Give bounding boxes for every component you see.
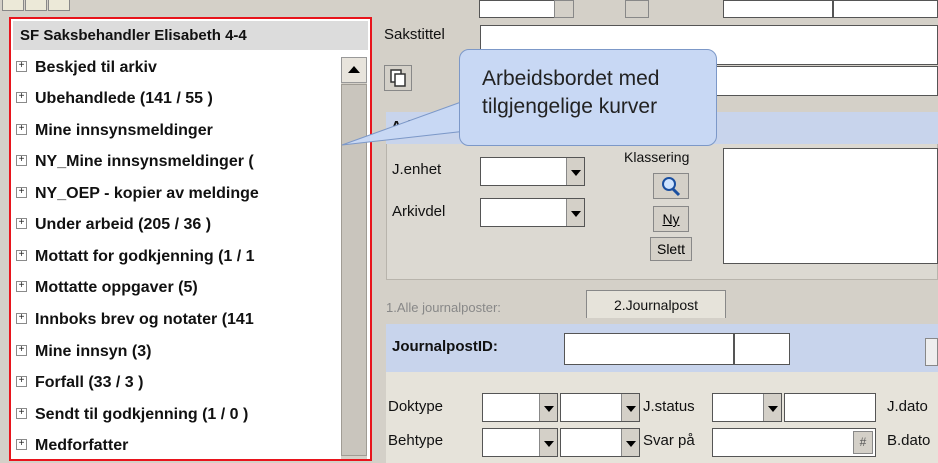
tree-item-label: Innboks brev og notater (141 bbox=[35, 311, 254, 328]
doktype-select-2[interactable] bbox=[560, 393, 640, 422]
tree-item[interactable]: + Mottatt for godkjenning (1 / 1 bbox=[16, 246, 255, 268]
tree-header: SF Saksbehandler Elisabeth 4-4 bbox=[13, 21, 368, 50]
tree-item[interactable]: + NY_OEP - kopier av meldinge bbox=[16, 183, 259, 205]
jenhet-label: J.enhet bbox=[392, 161, 442, 178]
tree-item-label: Sendt til godkjenning (1 / 0 ) bbox=[35, 406, 249, 423]
scroll-up-arrow-icon[interactable] bbox=[341, 57, 367, 83]
search-button[interactable] bbox=[653, 173, 689, 199]
chevron-down-icon[interactable] bbox=[763, 394, 781, 421]
tree-item[interactable]: + Under arbeid (205 / 36 ) bbox=[16, 214, 211, 236]
expand-icon[interactable]: + bbox=[16, 217, 27, 229]
behtype-select-2[interactable] bbox=[560, 428, 640, 457]
bdato-label: B.dato bbox=[887, 432, 931, 449]
tree-item[interactable]: + Mine innsynsmeldinger bbox=[16, 120, 213, 142]
expand-icon[interactable]: + bbox=[16, 186, 27, 198]
tree-item-label: Mottatt for godkjenning (1 / 1 bbox=[35, 248, 255, 265]
tab-journalpost[interactable]: 2.Journalpost bbox=[586, 290, 726, 319]
tree-item-label: Medforfatter bbox=[35, 437, 129, 454]
behtype-select[interactable] bbox=[482, 428, 558, 457]
svarpa-input[interactable] bbox=[712, 428, 876, 457]
slett-button[interactable]: Slett bbox=[650, 237, 692, 261]
tree-item[interactable]: + Mottatte oppgaver (5) bbox=[16, 277, 198, 299]
chevron-down-icon[interactable] bbox=[539, 394, 557, 421]
toolbar-button[interactable] bbox=[48, 0, 70, 11]
expand-icon[interactable]: + bbox=[16, 280, 27, 292]
tree-item[interactable]: + Mine innsyn (3) bbox=[16, 341, 151, 363]
callout-bubble: Arbeidsbordet med tilgjengelige kurver bbox=[459, 49, 717, 146]
top-field[interactable] bbox=[833, 0, 938, 18]
journalpost-side-button[interactable] bbox=[925, 338, 938, 366]
expand-icon[interactable]: + bbox=[16, 249, 27, 261]
klassering-list[interactable] bbox=[723, 148, 938, 264]
copy-icon bbox=[390, 69, 406, 87]
tree-item[interactable]: + Forfall (33 / 3 ) bbox=[16, 372, 143, 394]
tree-item-label: Beskjed til arkiv bbox=[35, 59, 157, 76]
sakstittel-label: Sakstittel bbox=[384, 26, 445, 43]
tree-item[interactable]: + Beskjed til arkiv bbox=[16, 57, 157, 79]
search-icon bbox=[662, 177, 681, 197]
jstatus-input[interactable] bbox=[784, 393, 876, 422]
expand-icon[interactable]: + bbox=[16, 60, 27, 72]
toolbar-button[interactable] bbox=[2, 0, 24, 11]
tree-item[interactable]: + Innboks brev og notater (141 bbox=[16, 309, 254, 331]
tree-item-label: Under arbeid (205 / 36 ) bbox=[35, 216, 212, 233]
jdato-label: J.dato bbox=[887, 398, 928, 415]
tree-item-label: Ubehandlede (141 / 55 ) bbox=[35, 90, 213, 107]
tree-item-label: NY_OEP - kopier av meldinge bbox=[35, 185, 259, 202]
expand-icon[interactable]: + bbox=[16, 375, 27, 387]
arkivdel-label: Arkivdel bbox=[392, 203, 446, 220]
chevron-down-icon[interactable] bbox=[621, 429, 639, 456]
tab-strip: 1.Alle journalposter: 2.Journalpost bbox=[376, 282, 938, 319]
tree-item[interactable]: + Medforfatter bbox=[16, 435, 128, 457]
chevron-down-icon[interactable] bbox=[621, 394, 639, 421]
secondary-input[interactable] bbox=[709, 66, 938, 96]
journalpostid-suffix-input[interactable] bbox=[734, 333, 790, 365]
top-field-button[interactable] bbox=[554, 0, 574, 18]
tree-item-label: NY_Mine innsynsmeldinger ( bbox=[35, 153, 254, 170]
jenhet-select[interactable] bbox=[480, 157, 585, 186]
expand-icon[interactable]: + bbox=[16, 123, 27, 135]
tree-item-label: Mottatte oppgaver (5) bbox=[35, 279, 198, 296]
chevron-down-icon[interactable] bbox=[566, 158, 584, 185]
tab-alle-journalposter[interactable]: 1.Alle journalposter: bbox=[386, 298, 501, 318]
tree-item-label: Forfall (33 / 3 ) bbox=[35, 374, 144, 391]
tree-item-label: Mine innsynsmeldinger bbox=[35, 122, 213, 139]
tree-item[interactable]: + NY_Mine innsynsmeldinger ( bbox=[16, 151, 254, 173]
tree-item[interactable]: + Ubehandlede (141 / 55 ) bbox=[16, 88, 213, 110]
expand-icon[interactable]: + bbox=[16, 344, 27, 356]
tree-panel: SF Saksbehandler Elisabeth 4-4 + Beskjed … bbox=[9, 17, 372, 461]
chevron-down-icon[interactable] bbox=[539, 429, 557, 456]
klassering-label: Klassering bbox=[624, 149, 690, 165]
tree-item-label: Mine innsyn (3) bbox=[35, 343, 152, 360]
tree-item[interactable]: + Sendt til godkjenning (1 / 0 ) bbox=[16, 404, 248, 426]
expand-icon[interactable]: + bbox=[16, 154, 27, 166]
jstatus-select[interactable] bbox=[712, 393, 782, 422]
callout-text: Arbeidsbordet med tilgjengelige kurver bbox=[482, 67, 660, 118]
toolbar-button[interactable] bbox=[25, 0, 47, 11]
chevron-down-icon[interactable] bbox=[566, 199, 584, 226]
jstatus-label: J.status bbox=[643, 398, 695, 415]
doktype-select[interactable] bbox=[482, 393, 558, 422]
expand-icon[interactable]: + bbox=[16, 91, 27, 103]
expand-icon[interactable]: + bbox=[16, 312, 27, 324]
arkivdel-select[interactable] bbox=[480, 198, 585, 227]
behtype-label: Behtype bbox=[388, 432, 444, 449]
doktype-label: Doktype bbox=[388, 398, 444, 415]
svarpa-label: Svar på bbox=[643, 432, 695, 449]
top-field-button[interactable] bbox=[625, 0, 649, 18]
expand-icon[interactable]: + bbox=[16, 407, 27, 419]
journalpostid-input[interactable] bbox=[564, 333, 734, 365]
expand-icon[interactable]: + bbox=[16, 438, 27, 450]
top-field[interactable] bbox=[723, 0, 833, 18]
journalpostid-label: JournalpostID: bbox=[392, 338, 498, 355]
copy-button[interactable] bbox=[384, 65, 412, 91]
hash-button[interactable]: # bbox=[853, 431, 873, 454]
ny-button[interactable]: Ny bbox=[653, 206, 689, 232]
